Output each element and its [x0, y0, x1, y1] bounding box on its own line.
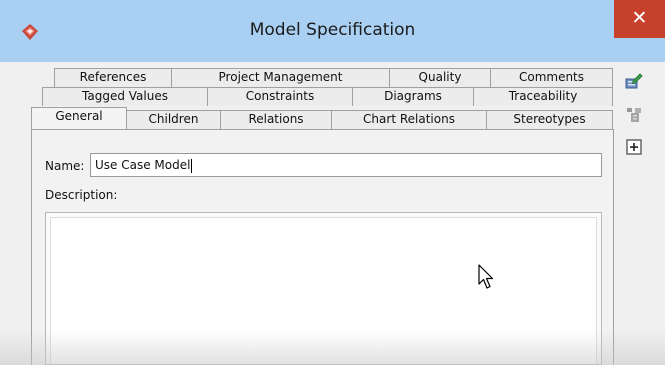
- tab-tagged-values[interactable]: Tagged Values: [42, 87, 208, 106]
- tab-stereotypes[interactable]: Stereotypes: [486, 110, 613, 129]
- title-bar[interactable]: Model Specification ✕: [0, 0, 665, 62]
- tab-diagrams[interactable]: Diagrams: [352, 87, 474, 106]
- tab-comments[interactable]: Comments: [490, 68, 613, 87]
- name-label: Name:: [45, 159, 85, 173]
- text-caret: [191, 158, 193, 173]
- description-textarea[interactable]: [45, 212, 602, 365]
- tab-children[interactable]: Children: [126, 110, 221, 129]
- mouse-pointer-icon: [478, 264, 494, 289]
- description-editor[interactable]: [50, 217, 597, 364]
- expand-plus-icon[interactable]: [625, 138, 643, 156]
- tab-chart-relations[interactable]: Chart Relations: [331, 110, 487, 129]
- tab-constraints[interactable]: Constraints: [207, 87, 353, 106]
- tree-model-icon: [627, 108, 641, 122]
- close-button[interactable]: ✕: [614, 0, 665, 38]
- tab-quality[interactable]: Quality: [389, 68, 491, 87]
- tab-general[interactable]: General: [31, 107, 127, 129]
- tab-relations[interactable]: Relations: [220, 110, 332, 129]
- edit-spec-icon[interactable]: [625, 72, 643, 90]
- name-value: Use Case Model: [95, 158, 191, 172]
- tab-project-management[interactable]: Project Management: [171, 68, 390, 87]
- name-input[interactable]: Use Case Model: [90, 153, 602, 177]
- tab-references[interactable]: References: [54, 68, 172, 87]
- description-label: Description:: [45, 188, 118, 202]
- tab-traceability[interactable]: Traceability: [473, 87, 613, 106]
- window-title: Model Specification: [249, 20, 416, 40]
- model-specification-window: Model Specification ✕ References Project…: [0, 0, 665, 365]
